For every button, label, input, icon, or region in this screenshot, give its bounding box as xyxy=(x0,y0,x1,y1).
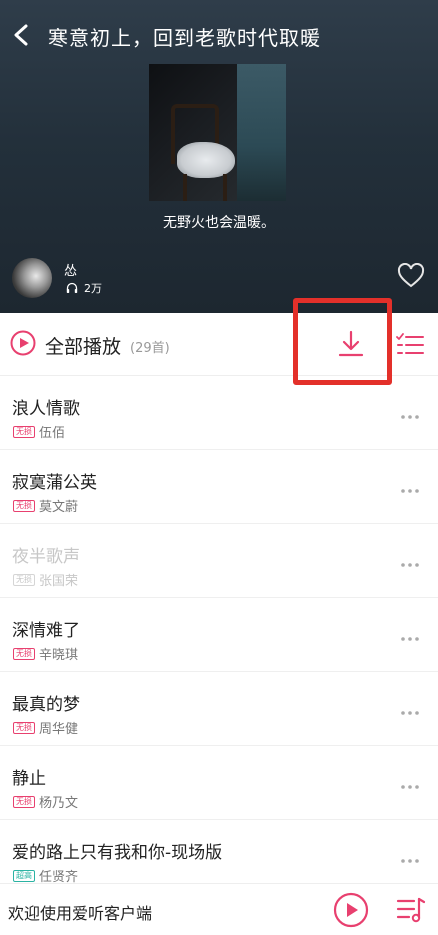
play-circle-icon xyxy=(333,892,369,928)
play-circle-icon xyxy=(10,330,36,356)
more-button[interactable] xyxy=(400,406,420,419)
playlist-title: 寒意初上，回到老歌时代取暖 xyxy=(48,26,321,50)
playlist-header: 寒意初上，回到老歌时代取暖 无野火也会温暖。 怂 2万 xyxy=(0,0,438,313)
song-meta: 无损 莫文蔚 xyxy=(13,496,78,515)
song-title: 浪人情歌 xyxy=(12,399,80,419)
play-count: 2万 xyxy=(66,280,102,296)
song-row[interactable]: 静止 无损 杨乃文 xyxy=(0,746,438,820)
quality-badge: 无损 xyxy=(13,721,35,734)
more-icon xyxy=(401,711,419,715)
more-icon xyxy=(401,563,419,567)
headphones-icon xyxy=(66,282,78,293)
quality-badge: 无损 xyxy=(13,499,35,512)
play-all-button[interactable] xyxy=(10,330,36,356)
play-count-value: 2万 xyxy=(84,282,102,295)
song-title: 静止 xyxy=(12,769,46,789)
download-button[interactable] xyxy=(336,328,366,360)
song-list: 浪人情歌 无损 伍佰 寂寞蒲公英 无损 莫文蔚 夜半歌声 无损 张国荣 深情难了… xyxy=(0,376,438,894)
creator-avatar[interactable] xyxy=(12,258,52,298)
song-title: 深情难了 xyxy=(12,621,80,641)
quality-badge: 超高 xyxy=(13,869,35,882)
playlist-cover-image xyxy=(149,64,286,201)
more-icon xyxy=(401,415,419,419)
song-artist: 周华健 xyxy=(39,722,79,737)
more-icon xyxy=(401,489,419,493)
heart-icon xyxy=(397,262,425,288)
song-title: 夜半歌声 xyxy=(12,547,80,567)
quality-badge: 无损 xyxy=(13,425,35,438)
play-all-label[interactable]: 全部播放 xyxy=(45,332,121,359)
action-bar: 全部播放 (29首) xyxy=(0,313,438,376)
song-title: 寂寞蒲公英 xyxy=(12,473,97,493)
song-artist: 张国荣 xyxy=(39,574,79,589)
more-button[interactable] xyxy=(400,554,420,567)
mini-player-play-button[interactable] xyxy=(333,892,369,928)
song-meta: 无损 伍佰 xyxy=(13,422,65,441)
song-count: (29首) xyxy=(130,341,170,356)
more-button[interactable] xyxy=(400,776,420,789)
back-arrow-icon xyxy=(14,24,28,46)
song-row[interactable]: 最真的梦 无损 周华健 xyxy=(0,672,438,746)
favorite-button[interactable] xyxy=(397,262,425,289)
back-button[interactable] xyxy=(8,18,36,52)
more-button[interactable] xyxy=(400,850,420,863)
playlist-queue-button[interactable] xyxy=(396,896,426,924)
more-button[interactable] xyxy=(400,628,420,641)
more-icon xyxy=(401,785,419,789)
song-artist: 莫文蔚 xyxy=(39,500,79,515)
song-artist: 伍佰 xyxy=(39,426,66,441)
playlist-queue-icon xyxy=(396,897,426,923)
quality-badge: 无损 xyxy=(13,647,35,660)
mini-player-bar: 欢迎使用爱听客户端 xyxy=(0,883,438,935)
song-row[interactable]: 寂寞蒲公英 无损 莫文蔚 xyxy=(0,450,438,524)
song-meta: 无损 杨乃文 xyxy=(13,792,78,811)
quality-badge: 无损 xyxy=(13,795,35,808)
playlist-description: 无野火也会温暖。 xyxy=(163,215,275,231)
song-row[interactable]: 浪人情歌 无损 伍佰 xyxy=(0,376,438,450)
more-button[interactable] xyxy=(400,480,420,493)
more-icon xyxy=(401,859,419,863)
song-title: 爱的路上只有我和你-现场版 xyxy=(12,843,223,863)
more-button[interactable] xyxy=(400,702,420,715)
song-row[interactable]: 深情难了 无损 辛晓琪 xyxy=(0,598,438,672)
song-artist: 杨乃文 xyxy=(39,796,79,811)
multiselect-list-icon xyxy=(396,333,424,354)
song-artist: 辛晓琪 xyxy=(39,648,79,663)
song-meta: 无损 辛晓琪 xyxy=(13,644,78,663)
song-meta: 无损 周华健 xyxy=(13,718,78,737)
mini-player-text[interactable]: 欢迎使用爱听客户端 xyxy=(8,900,152,924)
song-title: 最真的梦 xyxy=(12,695,80,715)
download-icon xyxy=(338,330,364,357)
more-icon xyxy=(401,637,419,641)
creator-name[interactable]: 怂 xyxy=(64,260,77,279)
quality-badge: 无损 xyxy=(13,573,35,586)
song-row-unavailable[interactable]: 夜半歌声 无损 张国荣 xyxy=(0,524,438,598)
song-meta: 无损 张国荣 xyxy=(13,570,78,589)
multiselect-button[interactable] xyxy=(396,332,424,358)
